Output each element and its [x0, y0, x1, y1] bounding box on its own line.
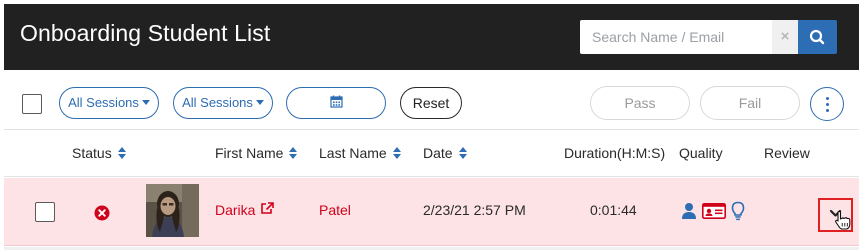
session-filter-dropdown-2[interactable]: All Sessions [173, 87, 273, 119]
duration-text: 0:01:44 [590, 202, 637, 218]
chevron-down-icon [829, 209, 851, 230]
sort-icon [392, 147, 402, 159]
column-label: Status [72, 145, 112, 161]
ellipsis-dot [826, 103, 829, 106]
column-review: Review [764, 145, 810, 161]
date-text: 2/23/21 2:57 PM [423, 202, 526, 218]
filter-toolbar: All Sessions All Sessions Reset Pass Fai… [4, 70, 859, 130]
date-picker-button[interactable] [286, 87, 386, 119]
page-title: Onboarding Student List [20, 20, 271, 46]
clear-search-button[interactable]: × [772, 20, 798, 54]
column-label: First Name [215, 145, 284, 161]
id-card-icon[interactable] [702, 203, 726, 219]
fail-button[interactable]: Fail [700, 86, 800, 120]
session-filter-label: All Sessions [182, 95, 253, 110]
external-link-icon [261, 202, 275, 214]
vertical-ellipsis-icon [826, 97, 829, 100]
reset-button[interactable]: Reset [400, 87, 462, 119]
sort-icon [289, 147, 298, 159]
column-first-name[interactable]: First Name [215, 145, 298, 161]
caret-down-icon [255, 100, 264, 105]
caret-down-icon [141, 100, 150, 105]
search-icon [809, 29, 825, 45]
table-header: Status First Name Last Name Date Duratio… [4, 131, 859, 177]
session-filter-dropdown-1[interactable]: All Sessions [59, 87, 159, 119]
more-options-button[interactable] [810, 87, 844, 121]
search-box: × [580, 20, 798, 54]
error-circle-icon [94, 205, 110, 221]
student-photo[interactable] [146, 184, 199, 237]
column-status[interactable]: Status [72, 145, 127, 161]
sort-icon [458, 147, 468, 159]
calendar-icon [329, 95, 343, 108]
ellipsis-dot [826, 109, 829, 112]
column-date[interactable]: Date [423, 145, 468, 161]
row-checkbox[interactable] [35, 202, 55, 222]
sort-icon [117, 147, 127, 159]
last-name-text: Patel [319, 202, 351, 218]
page-header: Onboarding Student List × [4, 4, 859, 70]
search-button[interactable] [798, 20, 837, 54]
search-input[interactable] [580, 20, 772, 54]
pass-button[interactable]: Pass [590, 86, 690, 120]
app-frame: Onboarding Student List × All Sessions A… [4, 4, 859, 250]
person-icon[interactable] [681, 202, 697, 220]
lightbulb-icon[interactable] [731, 201, 745, 221]
select-all-checkbox[interactable] [22, 94, 42, 114]
column-last-name[interactable]: Last Name [319, 145, 402, 161]
column-label: Date [423, 145, 453, 161]
first-name-text: Darika [215, 202, 256, 218]
column-label: Last Name [319, 145, 387, 161]
pointer-cursor-icon [835, 210, 851, 230]
column-duration: Duration(H:M:S) [564, 145, 666, 161]
session-filter-label: All Sessions [68, 95, 139, 110]
review-expand-button[interactable] [818, 198, 853, 232]
table-row[interactable]: Darika Patel 2/23/21 2:57 PM 0:01:44 [4, 178, 859, 246]
student-photo-image [146, 184, 199, 237]
first-name-link[interactable]: Darika [215, 202, 275, 218]
column-quality: Quality [679, 145, 723, 161]
